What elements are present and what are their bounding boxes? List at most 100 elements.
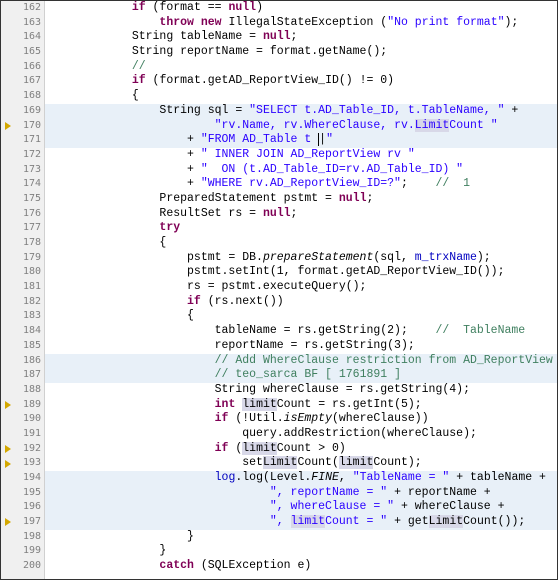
- gutter-line: 176: [1, 207, 44, 222]
- line-number: 199: [23, 544, 41, 559]
- code-line[interactable]: String tableName = null;: [45, 30, 557, 45]
- line-gutter: 162163164165166167168169170171172173174 1…: [1, 1, 45, 579]
- line-number: 169: [23, 104, 41, 119]
- code-line[interactable]: {: [45, 236, 557, 251]
- line-number: 181: [23, 280, 41, 295]
- code-line[interactable]: }: [45, 530, 557, 545]
- line-number: 190: [23, 412, 41, 427]
- change-marker-icon: [3, 400, 13, 410]
- line-number: 197: [23, 515, 41, 530]
- gutter-line: 164: [1, 30, 44, 45]
- code-line[interactable]: "rv.Name, rv.WhereClause, rv.LimitCount …: [45, 119, 557, 134]
- line-number: 166: [23, 60, 41, 75]
- gutter-line: 180: [1, 265, 44, 280]
- gutter-line: 179: [1, 251, 44, 266]
- gutter-line: 178: [1, 236, 44, 251]
- code-line[interactable]: ", limitCount = " + getLimitCount());: [45, 515, 557, 530]
- gutter-line: 194: [1, 471, 44, 486]
- code-line[interactable]: + " ON (t.AD_Table_ID=rv.AD_Table_ID) ": [45, 163, 557, 178]
- line-number: 170: [23, 119, 41, 134]
- code-line[interactable]: pstmt.setInt(1, format.getAD_ReportView_…: [45, 265, 557, 280]
- code-line[interactable]: //: [45, 60, 557, 75]
- code-line[interactable]: reportName = rs.getString(3);: [45, 339, 557, 354]
- line-number: 200: [23, 559, 41, 574]
- gutter-line: 193: [1, 456, 44, 471]
- line-number: 192: [23, 442, 41, 457]
- code-line[interactable]: log.log(Level.FINE, "TableName = " + tab…: [45, 471, 557, 486]
- gutter-line: 195: [1, 486, 44, 501]
- code-line[interactable]: ", reportName = " + reportName +: [45, 486, 557, 501]
- code-line[interactable]: if (format.getAD_ReportView_ID() != 0): [45, 74, 557, 89]
- line-number: 186: [23, 354, 41, 369]
- gutter-line: 173: [1, 163, 44, 178]
- code-line[interactable]: if (!Util.isEmpty(whereClause)): [45, 412, 557, 427]
- gutter-line: 184: [1, 324, 44, 339]
- line-number: 191: [23, 427, 41, 442]
- gutter-line: 198: [1, 530, 44, 545]
- gutter-line: 185: [1, 339, 44, 354]
- line-number: 167: [23, 74, 41, 89]
- change-marker-icon: [3, 121, 13, 131]
- gutter-line: 192: [1, 442, 44, 457]
- code-line[interactable]: + "WHERE rv.AD_ReportView_ID=?"; // 1: [45, 177, 557, 192]
- code-line[interactable]: try: [45, 221, 557, 236]
- gutter-line: 183: [1, 309, 44, 324]
- gutter-line: 172: [1, 148, 44, 163]
- code-editor[interactable]: if (format == null) throw new IllegalSta…: [45, 1, 557, 579]
- code-line[interactable]: // Add WhereClause restriction from AD_R…: [45, 354, 557, 369]
- line-number: 164: [23, 30, 41, 45]
- code-line[interactable]: + " INNER JOIN AD_ReportView rv ": [45, 148, 557, 163]
- code-line[interactable]: setLimitCount(limitCount);: [45, 456, 557, 471]
- line-number: 182: [23, 295, 41, 310]
- code-line[interactable]: String sql = "SELECT t.AD_Table_ID, t.Ta…: [45, 104, 557, 119]
- change-marker-icon: [3, 517, 13, 527]
- code-line[interactable]: if (format == null): [45, 1, 557, 16]
- code-line[interactable]: ", whereClause = " + whereClause +: [45, 500, 557, 515]
- gutter-line: 163: [1, 16, 44, 31]
- code-line[interactable]: throw new IllegalStateException ("No pri…: [45, 16, 557, 31]
- line-number: 195: [23, 486, 41, 501]
- line-number: 168: [23, 89, 41, 104]
- line-number: 187: [23, 368, 41, 383]
- code-line[interactable]: tableName = rs.getString(2); // TableNam…: [45, 324, 557, 339]
- gutter-line: 166: [1, 60, 44, 75]
- change-marker-icon: [3, 459, 13, 469]
- code-line[interactable]: if (rs.next()): [45, 295, 557, 310]
- line-number: 198: [23, 530, 41, 545]
- code-line[interactable]: ResultSet rs = null;: [45, 207, 557, 222]
- gutter-line: 170: [1, 119, 44, 134]
- line-number: 184: [23, 324, 41, 339]
- line-number: 178: [23, 236, 41, 251]
- gutter-line: 168: [1, 89, 44, 104]
- code-line[interactable]: String reportName = format.getName();: [45, 45, 557, 60]
- gutter-line: 199: [1, 544, 44, 559]
- gutter-line: 181: [1, 280, 44, 295]
- line-number: 179: [23, 251, 41, 266]
- code-line[interactable]: PreparedStatement pstmt = null;: [45, 192, 557, 207]
- code-line[interactable]: rs = pstmt.executeQuery();: [45, 280, 557, 295]
- gutter-line: 171: [1, 133, 44, 148]
- line-number: 174: [23, 177, 41, 192]
- line-number: 183: [23, 309, 41, 324]
- gutter-line: 162: [1, 1, 44, 16]
- code-line[interactable]: + "FROM AD_Table t |": [45, 133, 557, 148]
- code-line[interactable]: // teo_sarca BF [ 1761891 ]: [45, 368, 557, 383]
- code-line[interactable]: pstmt = DB.prepareStatement(sql, m_trxNa…: [45, 251, 557, 266]
- gutter-line: 190: [1, 412, 44, 427]
- line-number: 172: [23, 148, 41, 163]
- code-line[interactable]: if (limitCount > 0): [45, 442, 557, 457]
- gutter-line: 165: [1, 45, 44, 60]
- line-number: 165: [23, 45, 41, 60]
- gutter-line: 174: [1, 177, 44, 192]
- code-line[interactable]: {: [45, 89, 557, 104]
- code-line[interactable]: }: [45, 544, 557, 559]
- code-line[interactable]: int limitCount = rs.getInt(5);: [45, 398, 557, 413]
- gutter-line: 191: [1, 427, 44, 442]
- code-line[interactable]: String whereClause = rs.getString(4);: [45, 383, 557, 398]
- code-line[interactable]: catch (SQLException e): [45, 559, 557, 574]
- gutter-line: 169: [1, 104, 44, 119]
- gutter-line: 197: [1, 515, 44, 530]
- line-number: 188: [23, 383, 41, 398]
- code-line[interactable]: {: [45, 309, 557, 324]
- code-line[interactable]: query.addRestriction(whereClause);: [45, 427, 557, 442]
